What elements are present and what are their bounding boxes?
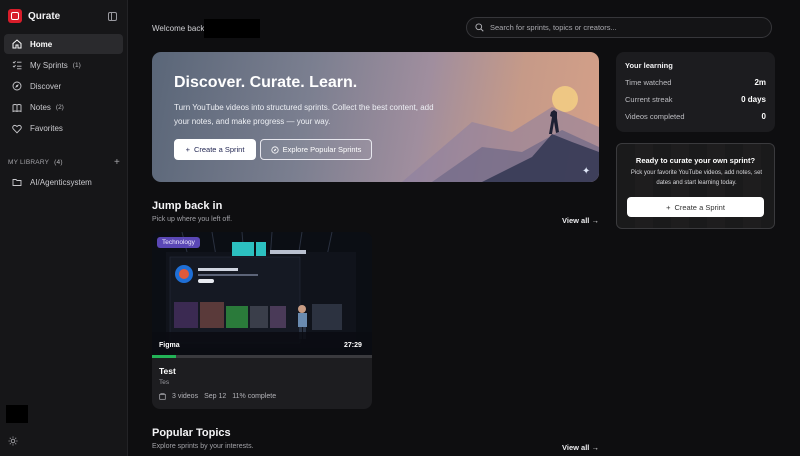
sprint-title: Test <box>159 366 176 376</box>
library-item-label: AI/Agenticsystem <box>30 177 92 187</box>
cta-button-label: Create a Sprint <box>674 202 725 212</box>
sidebar-item-discover[interactable]: Discover <box>4 76 123 96</box>
create-sprint-cta-card: Ready to curate your own sprint? Pick yo… <box>616 143 775 229</box>
add-library-icon[interactable]: + <box>114 157 120 168</box>
search-input[interactable]: Search for sprints, topics or creators..… <box>466 17 772 38</box>
hero-title: Discover. Curate. Learn. <box>174 74 358 91</box>
theme-sun-icon[interactable] <box>8 436 18 446</box>
welcome-text: Welcome back, <box>152 24 207 33</box>
sprint-date: Sep 12 <box>204 393 227 400</box>
sprint-card[interactable]: Technology Figma 27:29 Test Tes 3 videos… <box>152 232 372 409</box>
search-icon <box>475 23 484 32</box>
jump-back-subtitle: Pick up where you left off. <box>152 216 233 223</box>
library-item-agenticsystem[interactable]: AI/Agenticsystem <box>4 172 123 192</box>
jump-back-view-all-link[interactable]: View all → <box>562 216 599 225</box>
popular-view-all-link[interactable]: View all → <box>562 443 599 452</box>
sparkle-icon: ✦ <box>582 166 591 177</box>
sidebar-item-label: My Sprints <box>30 60 68 70</box>
sidebar-item-my-sprints[interactable]: My Sprints (1) <box>4 55 123 75</box>
channel-name: Figma <box>159 342 180 349</box>
sidebar-toggle-icon[interactable] <box>108 12 117 21</box>
search-placeholder: Search for sprints, topics or creators..… <box>490 23 617 32</box>
username-redacted <box>204 19 260 38</box>
library-count: (4) <box>54 159 63 166</box>
folder-icon <box>10 177 24 187</box>
stat-row: Current streak 0 days <box>625 95 766 104</box>
video-thumbnail: Technology Figma 27:29 <box>152 232 372 355</box>
stat-value: 2m <box>754 78 766 87</box>
sprint-progress-text: 11% complete <box>232 393 277 400</box>
heart-icon <box>10 124 24 134</box>
hero-subtitle: Turn YouTube videos into structured spri… <box>174 103 434 126</box>
arrow-right-icon: → <box>591 443 599 452</box>
home-icon <box>10 39 24 49</box>
sidebar-item-label: Favorites <box>30 124 63 134</box>
create-sprint-label: Create a Sprint <box>193 145 245 154</box>
avatar[interactable] <box>6 405 28 423</box>
cta-create-sprint-button[interactable]: + Create a Sprint <box>627 197 764 217</box>
conference-stage-image <box>152 232 372 355</box>
sidebar-item-home[interactable]: Home <box>4 34 123 54</box>
qurate-logo-icon <box>8 9 22 23</box>
library-label: MY LIBRARY <box>8 159 50 166</box>
plus-icon: + <box>666 202 671 212</box>
stat-label: Current streak <box>625 95 673 104</box>
learning-stats-card: Your learning Time watched 2m Current st… <box>616 52 775 132</box>
brand[interactable]: Qurate <box>8 9 60 23</box>
category-tag: Technology <box>157 237 200 248</box>
compass-icon <box>10 81 24 91</box>
view-all-label: View all <box>562 443 590 452</box>
stat-value: 0 <box>761 112 766 121</box>
popular-topics-title: Popular Topics <box>152 427 231 439</box>
cta-title: Ready to curate your own sprint? <box>635 156 756 165</box>
arrow-right-icon: → <box>591 216 599 225</box>
library-header: MY LIBRARY (4) + <box>8 157 120 168</box>
notes-count-badge: (2) <box>55 104 64 112</box>
stat-row: Videos completed 0 <box>625 112 766 121</box>
sidebar-item-notes[interactable]: Notes (2) <box>4 98 123 118</box>
cta-subtitle: Pick your favorite YouTube videos, add n… <box>630 170 763 186</box>
checklist-icon <box>10 60 24 70</box>
stat-label: Time watched <box>625 78 672 87</box>
popular-topics-subtitle: Explore sprints by your interests. <box>152 443 254 450</box>
hero-banner: Discover. Curate. Learn. Turn YouTube vi… <box>152 52 599 182</box>
view-all-label: View all <box>562 216 590 225</box>
sprint-video-count: 3 videos <box>172 393 199 400</box>
sidebar-item-label: Home <box>30 39 53 49</box>
stat-value: 0 days <box>741 95 766 104</box>
brand-name: Qurate <box>28 10 61 22</box>
explore-popular-label: Explore Popular Sprints <box>282 145 362 154</box>
sprint-description: Tes <box>159 379 170 386</box>
sprint-count-badge: (1) <box>72 61 81 69</box>
sprint-meta: 3 videos Sep 12 11% complete <box>159 393 276 400</box>
sidebar-item-label: Notes <box>30 103 51 113</box>
stat-label: Videos completed <box>625 112 685 121</box>
video-duration: 27:29 <box>344 342 362 349</box>
sprint-progress-bar <box>152 355 372 358</box>
sidebar-item-label: Discover <box>30 81 62 91</box>
explore-popular-sprints-button[interactable]: Explore Popular Sprints <box>260 139 372 160</box>
plus-icon: + <box>185 145 190 154</box>
sidebar-nav: Home My Sprints (1) Discover Notes (2) F… <box>4 34 123 140</box>
stat-row: Time watched 2m <box>625 78 766 87</box>
learning-title: Your learning <box>625 61 673 70</box>
book-icon <box>10 103 24 113</box>
sidebar: Qurate Home My Sprints (1) Discover Note… <box>0 0 128 456</box>
compass-icon <box>270 145 279 154</box>
sidebar-item-favorites[interactable]: Favorites <box>4 119 123 139</box>
sprint-progress-fill <box>152 355 177 358</box>
jump-back-title: Jump back in <box>152 200 223 212</box>
create-sprint-button[interactable]: + Create a Sprint <box>174 139 256 160</box>
video-stack-icon <box>159 393 166 400</box>
